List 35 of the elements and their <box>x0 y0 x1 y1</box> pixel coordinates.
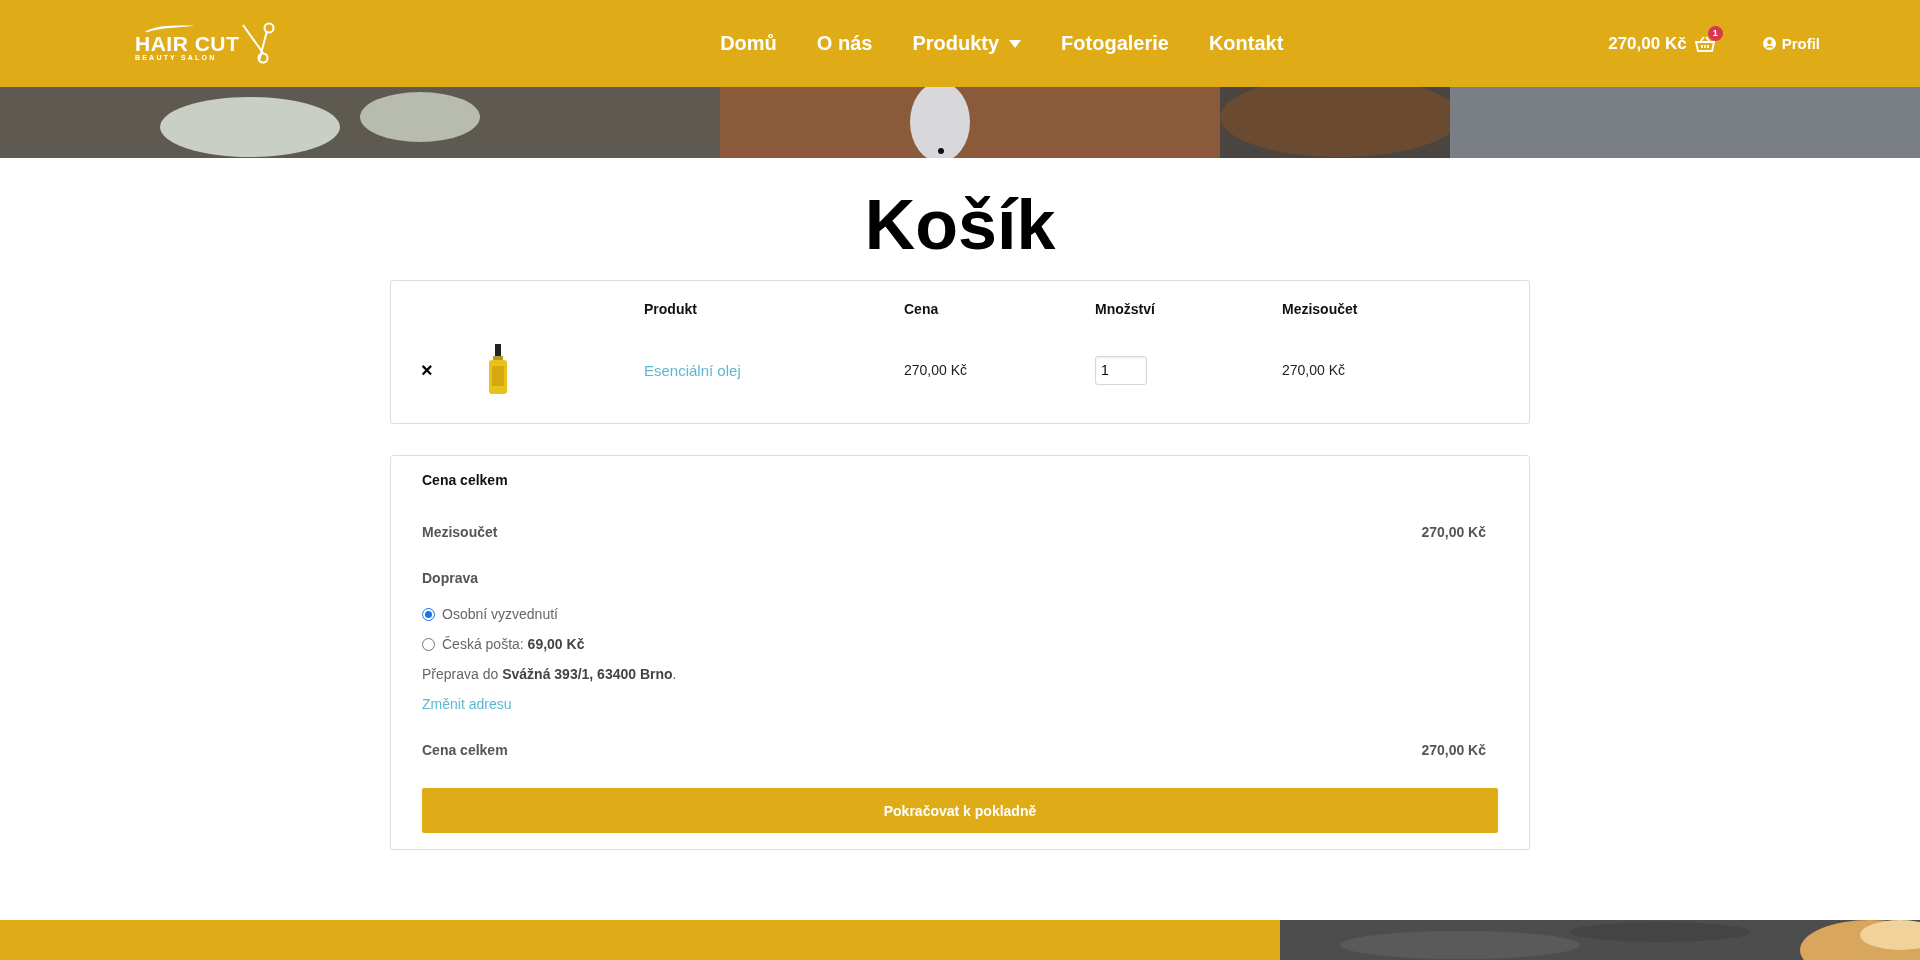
column-header: Cena <box>904 301 940 317</box>
totals-title: Cena celkem <box>422 472 509 488</box>
radio-button[interactable] <box>422 607 435 621</box>
column-header: Produkt <box>644 301 698 317</box>
page-title: Košík <box>863 185 1057 266</box>
column-header: Množství <box>1095 301 1156 317</box>
nav-link[interactable]: O nás <box>816 32 873 55</box>
shipping-note: Přeprava do Svážná 393/1, 63400 Brno. <box>422 666 678 682</box>
caret-icon <box>1009 39 1022 48</box>
column-header: Mezisoučet <box>1282 301 1359 317</box>
nav-link[interactable]: Kontakt <box>1208 32 1284 55</box>
user-icon <box>1762 37 1776 50</box>
price-cell-text: 270,00 Kč <box>904 362 969 378</box>
shipping-option-label[interactable]: Česká pošta: 69,00 Kč <box>442 636 585 652</box>
total-label: Cena celkem <box>422 742 508 758</box>
profile-link[interactable]: Profil <box>1762 35 1820 52</box>
nav-link[interactable]: Domů <box>720 32 777 55</box>
subtotal-value: 270,00 Kč <box>1421 524 1486 540</box>
subtotal-cell-text: 270,00 Kč <box>1282 362 1347 378</box>
shipping-option-label[interactable]: Osobní vyzvednutí <box>442 606 558 622</box>
nav-link[interactable]: Fotogalerie <box>1061 32 1169 55</box>
cart-count-badge: 1 <box>1707 25 1723 41</box>
total-value: 270,00 Kč <box>1421 742 1486 758</box>
radio-button[interactable] <box>422 637 435 651</box>
nav-link[interactable]: Produkty <box>912 32 1022 55</box>
remove-item-button[interactable]: × <box>421 360 433 380</box>
subtotal-label: Mezisoučet <box>422 524 498 540</box>
shipping-label: Doprava <box>422 570 479 586</box>
logo-title: HAIR CUT <box>135 33 240 55</box>
basket-icon[interactable] <box>1694 35 1715 52</box>
product-link[interactable]: Esenciální olej <box>644 361 741 379</box>
cart-total[interactable]: 270,00 Kč <box>1608 33 1687 54</box>
quantity-field[interactable]: 1 <box>1095 355 1147 385</box>
change-address-link[interactable]: Změnit adresu <box>422 696 512 712</box>
checkout-button[interactable]: Pokračovat k pokladně <box>422 788 1498 833</box>
